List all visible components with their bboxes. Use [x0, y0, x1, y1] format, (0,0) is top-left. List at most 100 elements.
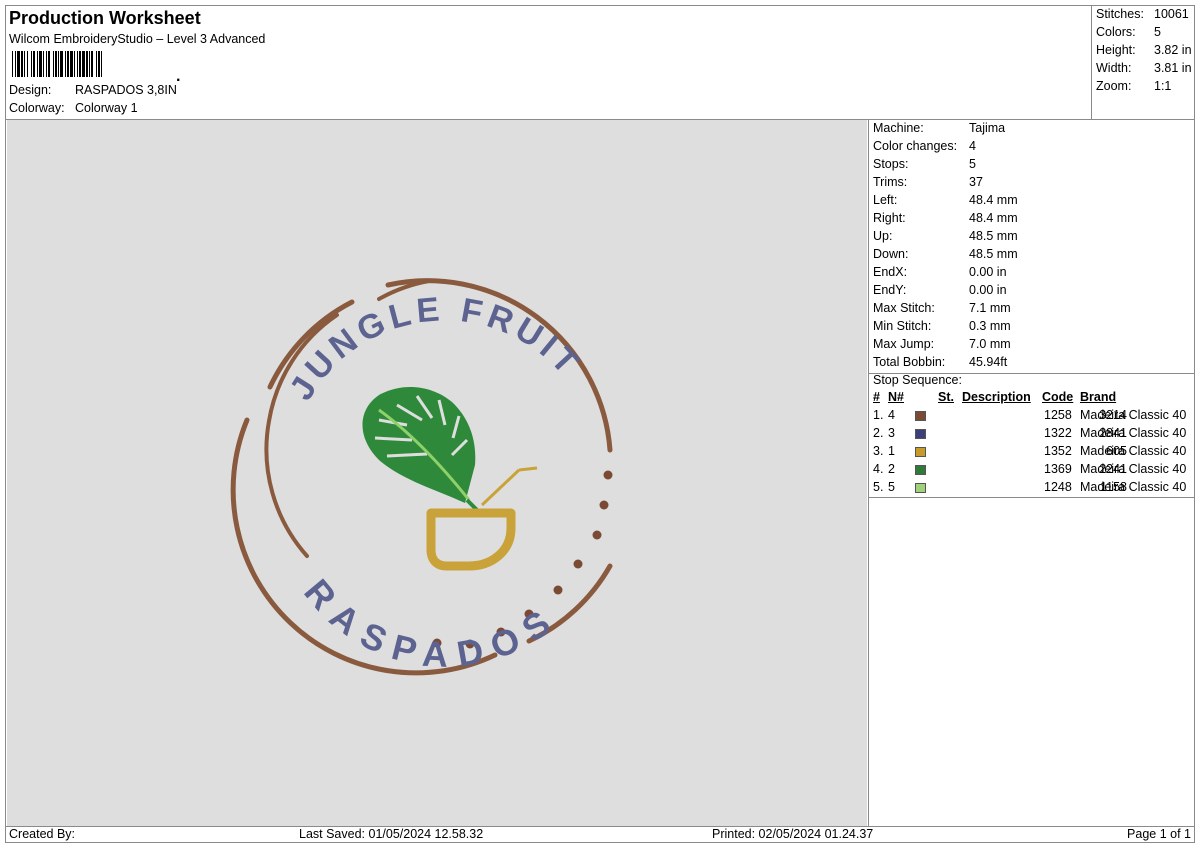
info-row: Color changes: 4	[873, 139, 976, 153]
summary-stitches: Stitches: 10061	[1096, 7, 1189, 21]
info-value: 48.5 mm	[969, 229, 1018, 243]
info-value: 0.00 in	[969, 265, 1007, 279]
info-row: Stops: 5	[873, 157, 976, 171]
info-row: EndX: 0.00 in	[873, 265, 1007, 279]
divider	[869, 497, 1195, 498]
machine-panel: Machine: Tajima Color changes: 4 Stops: 5 T…	[868, 120, 1195, 826]
colorway-label: Colorway:	[9, 101, 65, 115]
col-header-num: #	[873, 390, 880, 404]
info-row: Max Jump: 7.0 mm	[873, 337, 1011, 351]
summary-value: 5	[1154, 25, 1161, 39]
thread-color-swatch	[915, 429, 926, 439]
info-row: Trims: 37	[873, 175, 983, 189]
info-label: EndY:	[873, 283, 907, 297]
stop-cell-n: 5	[888, 480, 895, 494]
col-header-description: Description	[962, 390, 1031, 404]
info-label: Max Jump:	[873, 337, 935, 351]
info-row: Total Bobbin: 45.94ft	[873, 355, 1007, 369]
summary-label: Height:	[1096, 43, 1136, 57]
info-row: Up: 48.5 mm	[873, 229, 1018, 243]
printed-date: Printed: 02/05/2024 01.24.37	[712, 827, 874, 841]
summary-panel: Stitches: 10061 Colors: 5 Height: 3.82 in W…	[1091, 6, 1197, 119]
info-row: Right: 48.4 mm	[873, 211, 1018, 225]
worksheet-footer: Created By: Last Saved: 01/05/2024 12.58…	[6, 827, 1194, 843]
stop-cell-num: 5.	[873, 480, 884, 494]
summary-colors: Colors: 5	[1096, 25, 1161, 39]
stop-cell-n: 3	[888, 426, 895, 440]
info-value: 7.1 mm	[969, 301, 1011, 315]
stop-cell-code: 1248	[1044, 480, 1072, 494]
info-row: Down: 48.5 mm	[873, 247, 1018, 261]
stop-cell-code: 1258	[1044, 408, 1072, 422]
monstera-leaf-icon	[362, 386, 479, 512]
stop-cell-brand: Madeira Classic 40	[1080, 480, 1187, 494]
info-value: 48.5 mm	[969, 247, 1018, 261]
info-row: EndY: 0.00 in	[873, 283, 1007, 297]
stop-cell-n: 4	[888, 408, 895, 422]
design-value: RASPADOS 3,8IN	[75, 83, 177, 97]
info-label: Color changes:	[873, 139, 958, 153]
info-label: EndX:	[873, 265, 908, 279]
info-label: Trims:	[873, 175, 908, 189]
col-header-code: Code	[1042, 390, 1074, 404]
col-header-brand: Brand	[1080, 390, 1117, 404]
barcode: ,	[12, 51, 180, 81]
stop-cell-num: 1.	[873, 408, 884, 422]
summary-zoom: Zoom: 1:1	[1096, 79, 1171, 93]
summary-value: 3.81 in	[1154, 61, 1192, 75]
stop-cell-num: 3.	[873, 444, 884, 458]
info-label: Max Stitch:	[873, 301, 935, 315]
stop-sequence-title: Stop Sequence:	[873, 373, 962, 387]
stop-cell-brand: Madeira Classic 40	[1080, 444, 1187, 458]
info-value: 0.3 mm	[969, 319, 1011, 333]
thread-color-swatch	[915, 465, 926, 475]
thread-color-swatch	[915, 411, 926, 421]
thread-color-swatch	[915, 447, 926, 457]
created-by: Created By:	[9, 827, 76, 841]
info-value: 45.94ft	[969, 355, 1008, 369]
colorway-value: Colorway 1	[75, 101, 138, 115]
design-label: Design:	[9, 83, 52, 97]
page-number: Page 1 of 1	[1127, 827, 1191, 841]
stop-cell-n: 2	[888, 462, 895, 476]
bottom-arc-text: RASPADOS	[296, 571, 562, 675]
info-value: 37	[969, 175, 983, 189]
summary-label: Stitches:	[1096, 7, 1144, 21]
design-row: Design: RASPADOS 3,8IN	[9, 83, 177, 97]
top-arc-text: JUNGLE FRUIT	[282, 290, 589, 407]
info-value: 48.4 mm	[969, 193, 1018, 207]
stop-cell-brand: Madeira Classic 40	[1080, 462, 1187, 476]
info-label: Total Bobbin:	[873, 355, 946, 369]
info-row: Min Stitch: 0.3 mm	[873, 319, 1011, 333]
col-header-needle: N#	[888, 390, 904, 404]
info-label: Stops:	[873, 157, 909, 171]
summary-label: Colors:	[1096, 25, 1136, 39]
app-subtitle: Wilcom EmbroideryStudio – Level 3 Advanc…	[9, 32, 266, 46]
stop-cell-brand: Madeira Classic 40	[1080, 426, 1187, 440]
info-value: Tajima	[969, 121, 1006, 135]
stop-cell-code: 1322	[1044, 426, 1072, 440]
col-header-stitches: St.	[938, 390, 954, 404]
info-value: 5	[969, 157, 976, 171]
info-value: 4	[969, 139, 976, 153]
page-title: Production Worksheet	[9, 8, 201, 28]
stop-cell-n: 1	[888, 444, 895, 458]
colorway-row: Colorway: Colorway 1	[9, 101, 138, 115]
info-value: 0.00 in	[969, 283, 1007, 297]
info-value: 48.4 mm	[969, 211, 1018, 225]
embroidery-design: JUNGLE FRUIT RASPADOS	[230, 278, 613, 676]
info-label: Machine:	[873, 121, 924, 135]
info-row: Left: 48.4 mm	[873, 193, 1018, 207]
summary-label: Zoom:	[1096, 79, 1132, 93]
info-value: 7.0 mm	[969, 337, 1011, 351]
last-saved: Last Saved: 01/05/2024 12.58.32	[299, 827, 484, 841]
summary-label: Width:	[1096, 61, 1132, 75]
thread-color-swatch	[915, 483, 926, 493]
worksheet-header: Production Worksheet Wilcom EmbroiderySt…	[6, 6, 1094, 119]
stop-cell-code: 1352	[1044, 444, 1072, 458]
design-preview[interactable]: JUNGLE FRUIT RASPADOS	[7, 120, 867, 826]
stop-cell-num: 4.	[873, 462, 884, 476]
info-label: Right:	[873, 211, 906, 225]
info-label: Down:	[873, 247, 909, 261]
stop-cell-brand: Madeira Classic 40	[1080, 408, 1187, 422]
